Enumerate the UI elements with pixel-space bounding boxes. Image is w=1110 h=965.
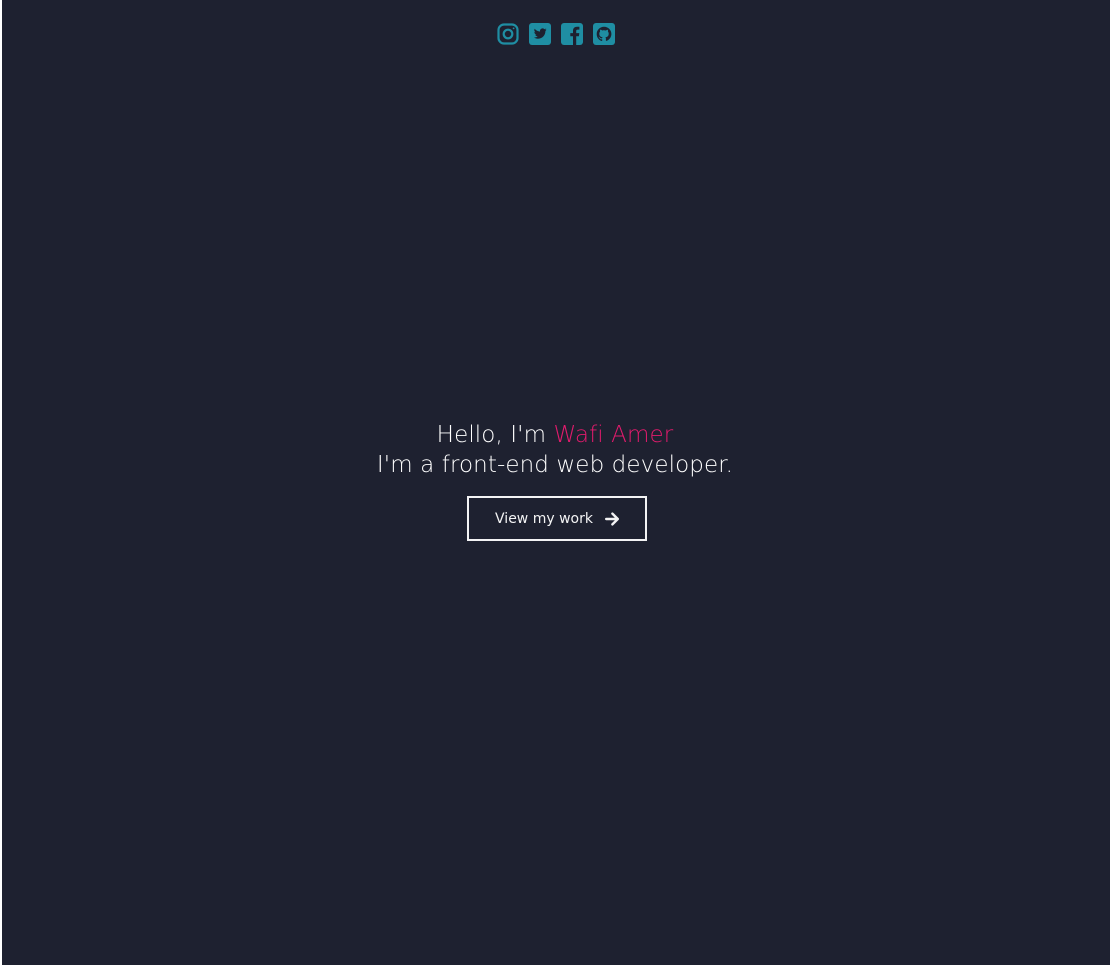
greeting-prefix: Hello, I'm bbox=[436, 422, 554, 448]
twitter-icon[interactable] bbox=[528, 22, 552, 46]
view-my-work-label: View my work bbox=[495, 510, 593, 527]
github-icon[interactable] bbox=[592, 22, 616, 46]
view-my-work-button[interactable]: View my work bbox=[467, 496, 647, 541]
page-background bbox=[2, 0, 1110, 965]
developer-name: Wafi Amer bbox=[553, 422, 674, 448]
social-links bbox=[0, 22, 1110, 46]
hero-section: Hello, I'm Wafi Amer I'm a front-end web… bbox=[0, 420, 1110, 480]
hero-greeting: Hello, I'm Wafi Amer bbox=[0, 420, 1110, 450]
instagram-icon[interactable] bbox=[496, 22, 520, 46]
arrow-right-icon bbox=[604, 511, 619, 526]
hero-tagline: I'm a front-end web developer. bbox=[376, 452, 734, 478]
facebook-icon[interactable] bbox=[560, 22, 584, 46]
